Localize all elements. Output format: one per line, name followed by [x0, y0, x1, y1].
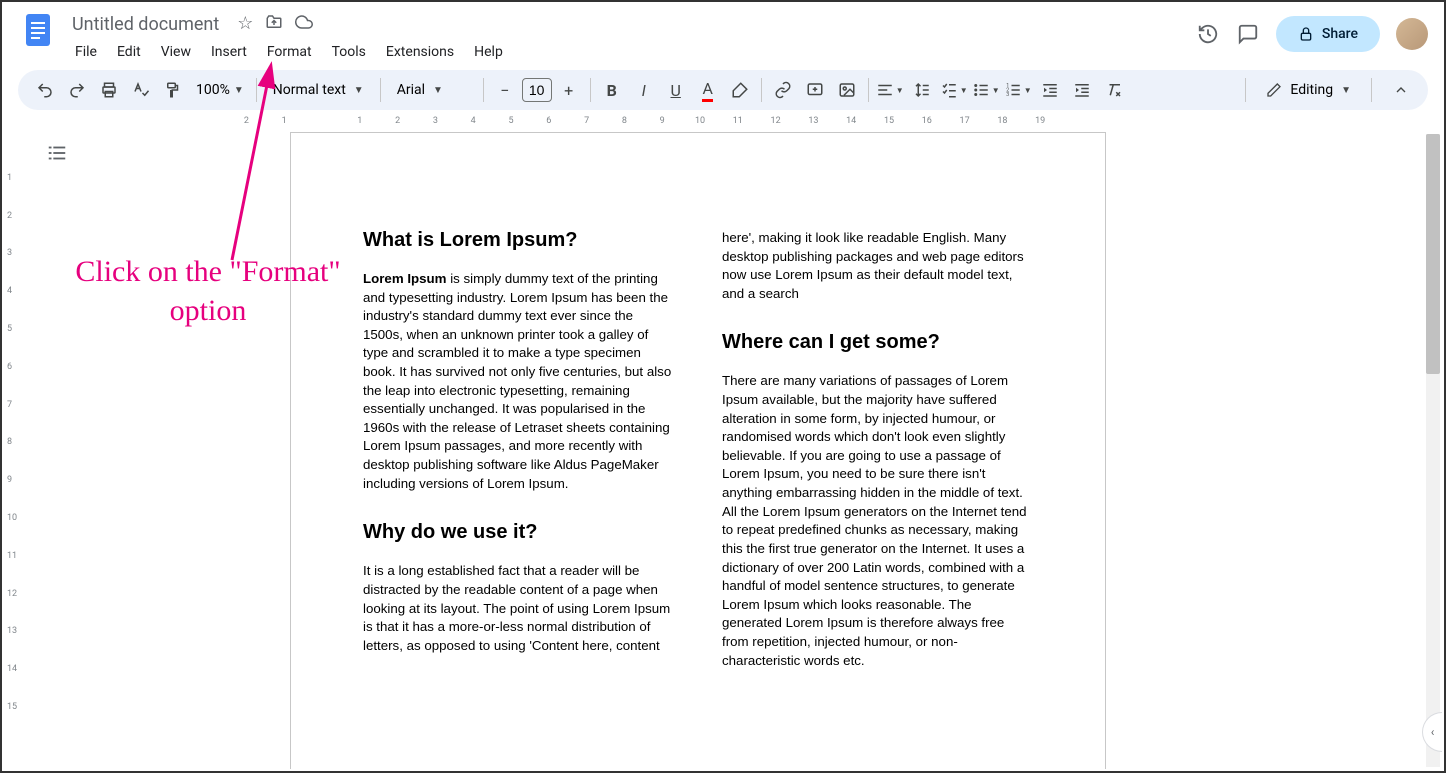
- zoom-selector[interactable]: 100%▼: [190, 82, 250, 98]
- align-button[interactable]: ▼: [875, 75, 905, 105]
- insert-image-button[interactable]: [832, 75, 862, 105]
- scroll-thumb[interactable]: [1426, 134, 1440, 374]
- app-header: Untitled document ☆ File Edit View Inser…: [2, 2, 1444, 66]
- star-icon[interactable]: ☆: [237, 13, 253, 36]
- insert-comment-button[interactable]: [800, 75, 830, 105]
- font-size-input[interactable]: [522, 78, 552, 102]
- svg-text:3: 3: [1006, 92, 1009, 98]
- menu-insert[interactable]: Insert: [202, 40, 256, 64]
- menu-file[interactable]: File: [66, 40, 106, 64]
- menu-bar: File Edit View Insert Format Tools Exten…: [66, 40, 1196, 64]
- cloud-status-icon[interactable]: [295, 13, 313, 36]
- paragraph-style-selector[interactable]: Normal text▼: [263, 82, 374, 98]
- heading-2[interactable]: Why do we use it?: [363, 521, 674, 544]
- heading-1[interactable]: What is Lorem Ipsum?: [363, 229, 674, 252]
- vertical-scrollbar[interactable]: [1426, 134, 1440, 767]
- separator: [380, 78, 381, 102]
- paint-format-button[interactable]: [158, 75, 188, 105]
- vertical-ruler[interactable]: 123456789101112131415: [4, 130, 20, 769]
- editing-mode-button[interactable]: Editing ▼: [1252, 76, 1365, 104]
- separator: [1371, 78, 1372, 102]
- paragraph-3[interactable]: There are many variations of passages of…: [722, 372, 1033, 670]
- increase-indent-button[interactable]: [1067, 75, 1097, 105]
- menu-extensions[interactable]: Extensions: [377, 40, 463, 64]
- menu-format[interactable]: Format: [258, 40, 321, 64]
- document-canvas[interactable]: What is Lorem Ipsum? Lorem Ipsum is simp…: [20, 130, 1444, 769]
- separator: [590, 78, 591, 102]
- menu-help[interactable]: Help: [465, 40, 512, 64]
- history-icon[interactable]: [1196, 22, 1220, 46]
- bold-button[interactable]: B: [597, 75, 627, 105]
- share-label: Share: [1322, 26, 1358, 42]
- horizontal-ruler[interactable]: 2112345678910111213141516171819: [42, 114, 1428, 130]
- numbered-list-button[interactable]: 123▼: [1003, 75, 1033, 105]
- text-color-button[interactable]: A: [693, 75, 723, 105]
- share-button[interactable]: Share: [1276, 16, 1380, 52]
- pencil-icon: [1266, 82, 1282, 98]
- insert-link-button[interactable]: [768, 75, 798, 105]
- line-spacing-button[interactable]: [907, 75, 937, 105]
- decrease-indent-button[interactable]: [1035, 75, 1065, 105]
- separator: [256, 78, 257, 102]
- font-size-increase[interactable]: +: [554, 75, 584, 105]
- font-size-decrease[interactable]: −: [490, 75, 520, 105]
- undo-button[interactable]: [30, 75, 60, 105]
- menu-edit[interactable]: Edit: [108, 40, 150, 64]
- separator: [868, 78, 869, 102]
- menu-view[interactable]: View: [152, 40, 200, 64]
- docs-logo[interactable]: [18, 10, 58, 50]
- collapse-toolbar-button[interactable]: [1386, 75, 1416, 105]
- spellcheck-button[interactable]: [126, 75, 156, 105]
- separator: [483, 78, 484, 102]
- account-avatar[interactable]: [1396, 18, 1428, 50]
- document-page[interactable]: What is Lorem Ipsum? Lorem Ipsum is simp…: [290, 132, 1106, 769]
- separator: [1245, 78, 1246, 102]
- bulleted-list-button[interactable]: ▼: [971, 75, 1001, 105]
- menu-tools[interactable]: Tools: [323, 40, 375, 64]
- heading-3[interactable]: Where can I get some?: [722, 331, 1033, 354]
- paragraph-1[interactable]: Lorem Ipsum is simply dummy text of the …: [363, 270, 674, 493]
- separator: [761, 78, 762, 102]
- clear-formatting-button[interactable]: [1099, 75, 1129, 105]
- document-title[interactable]: Untitled document: [66, 12, 225, 37]
- italic-button[interactable]: I: [629, 75, 659, 105]
- move-icon[interactable]: [265, 13, 283, 36]
- toolbar: 100%▼ Normal text▼ Arial▼ − + B I U A ▼ …: [18, 70, 1428, 110]
- redo-button[interactable]: [62, 75, 92, 105]
- outline-toggle-button[interactable]: [42, 138, 72, 168]
- font-selector[interactable]: Arial▼: [387, 82, 477, 98]
- checklist-button[interactable]: ▼: [939, 75, 969, 105]
- highlight-button[interactable]: [725, 75, 755, 105]
- print-button[interactable]: [94, 75, 124, 105]
- underline-button[interactable]: U: [661, 75, 691, 105]
- comments-icon[interactable]: [1236, 22, 1260, 46]
- lock-icon: [1298, 26, 1314, 42]
